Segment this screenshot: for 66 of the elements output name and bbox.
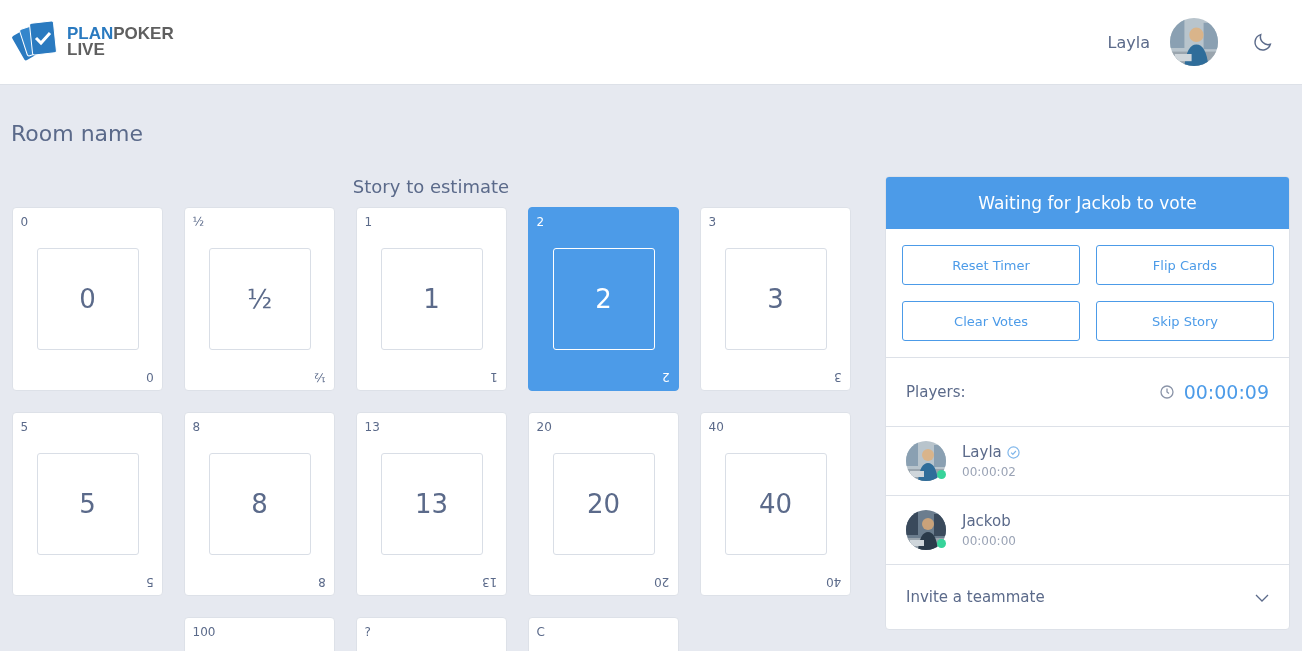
card-corner-value: 2 (536, 215, 545, 229)
card-corner-value: 5 (20, 420, 29, 434)
card-value: 40 (724, 453, 827, 555)
voting-status-banner: Waiting for Jackob to vote (886, 177, 1289, 229)
card-value: 20 (552, 453, 655, 555)
card-corner-value: 5 (145, 575, 154, 589)
card-corner-value: 2 (661, 370, 670, 384)
card-corner-value: 40 (708, 420, 724, 434)
card-corner-value: 8 (192, 420, 201, 434)
card-value: 0 (36, 248, 139, 350)
card-corner-value: ? (364, 625, 371, 639)
moon-icon[interactable] (1252, 31, 1274, 53)
card-value: 1 (380, 248, 483, 350)
invite-label: Invite a teammate (906, 588, 1045, 606)
card-value: 5 (36, 453, 139, 555)
card-corner-value: 13 (482, 575, 498, 589)
card-value: 13 (380, 453, 483, 555)
player-time: 00:00:00 (962, 534, 1016, 548)
estimate-card[interactable]: 3 3 3 (699, 207, 851, 391)
action-button[interactable]: Flip Cards (1096, 245, 1274, 285)
estimate-card[interactable]: 0 0 0 (11, 207, 163, 391)
card-corner-value: C (536, 625, 545, 639)
estimate-card[interactable]: 13 13 13 (355, 412, 507, 596)
estimate-card[interactable]: 20 20 20 (527, 412, 679, 596)
action-button[interactable]: Reset Timer (902, 245, 1080, 285)
user-name: Layla (1107, 32, 1150, 52)
room-name: Room name (11, 121, 145, 146)
estimate-card[interactable]: ½ ½ ½ (183, 207, 335, 391)
card-value: 8 (208, 453, 311, 555)
estimate-card[interactable]: ? (355, 617, 507, 651)
action-button[interactable]: Skip Story (1096, 301, 1274, 341)
player-time: 00:00:02 (962, 465, 1017, 479)
estimate-card[interactable]: 5 5 5 (11, 412, 163, 596)
estimate-card[interactable]: 8 8 8 (183, 412, 335, 596)
estimate-card[interactable]: 40 40 40 (699, 412, 851, 596)
estimate-card[interactable]: 100 (183, 617, 335, 651)
logo-wordmark: PLANPOKER LIVE (67, 26, 174, 58)
player-name: Layla (962, 443, 1002, 461)
card-corner-value: ½ (313, 370, 326, 384)
player-name: Jackob (962, 512, 1011, 530)
card-corner-value: 40 (826, 575, 842, 589)
card-corner-value: 1 (489, 370, 498, 384)
card-corner-value: 1 (364, 215, 373, 229)
chevron-down-icon (1255, 594, 1269, 602)
story-title: Story to estimate (351, 176, 511, 197)
estimate-card[interactable]: 2 2 2 (527, 207, 679, 391)
card-corner-value: 3 (833, 370, 842, 384)
card-value: ½ (208, 248, 311, 350)
card-corner-value: 13 (364, 420, 380, 434)
action-button[interactable]: Clear Votes (902, 301, 1080, 341)
timer: 00:00:09 (1183, 381, 1269, 403)
card-corner-value: 0 (20, 215, 29, 229)
card-corner-value: ½ (192, 215, 205, 229)
invite-teammate-toggle[interactable]: Invite a teammate (886, 564, 1289, 629)
card-corner-value: 100 (192, 625, 216, 639)
card-corner-value: 3 (708, 215, 717, 229)
estimate-card[interactable]: C (527, 617, 679, 651)
estimate-card[interactable]: 1 1 1 (355, 207, 507, 391)
clock-icon (1159, 385, 1174, 399)
card-corner-value: 20 (536, 420, 552, 434)
players-label: Players: (906, 383, 966, 401)
card-corner-value: 8 (317, 575, 326, 589)
card-corner-value: 20 (654, 575, 670, 589)
card-value: 3 (724, 248, 827, 350)
card-value: 2 (552, 248, 655, 350)
card-corner-value: 0 (145, 370, 154, 384)
